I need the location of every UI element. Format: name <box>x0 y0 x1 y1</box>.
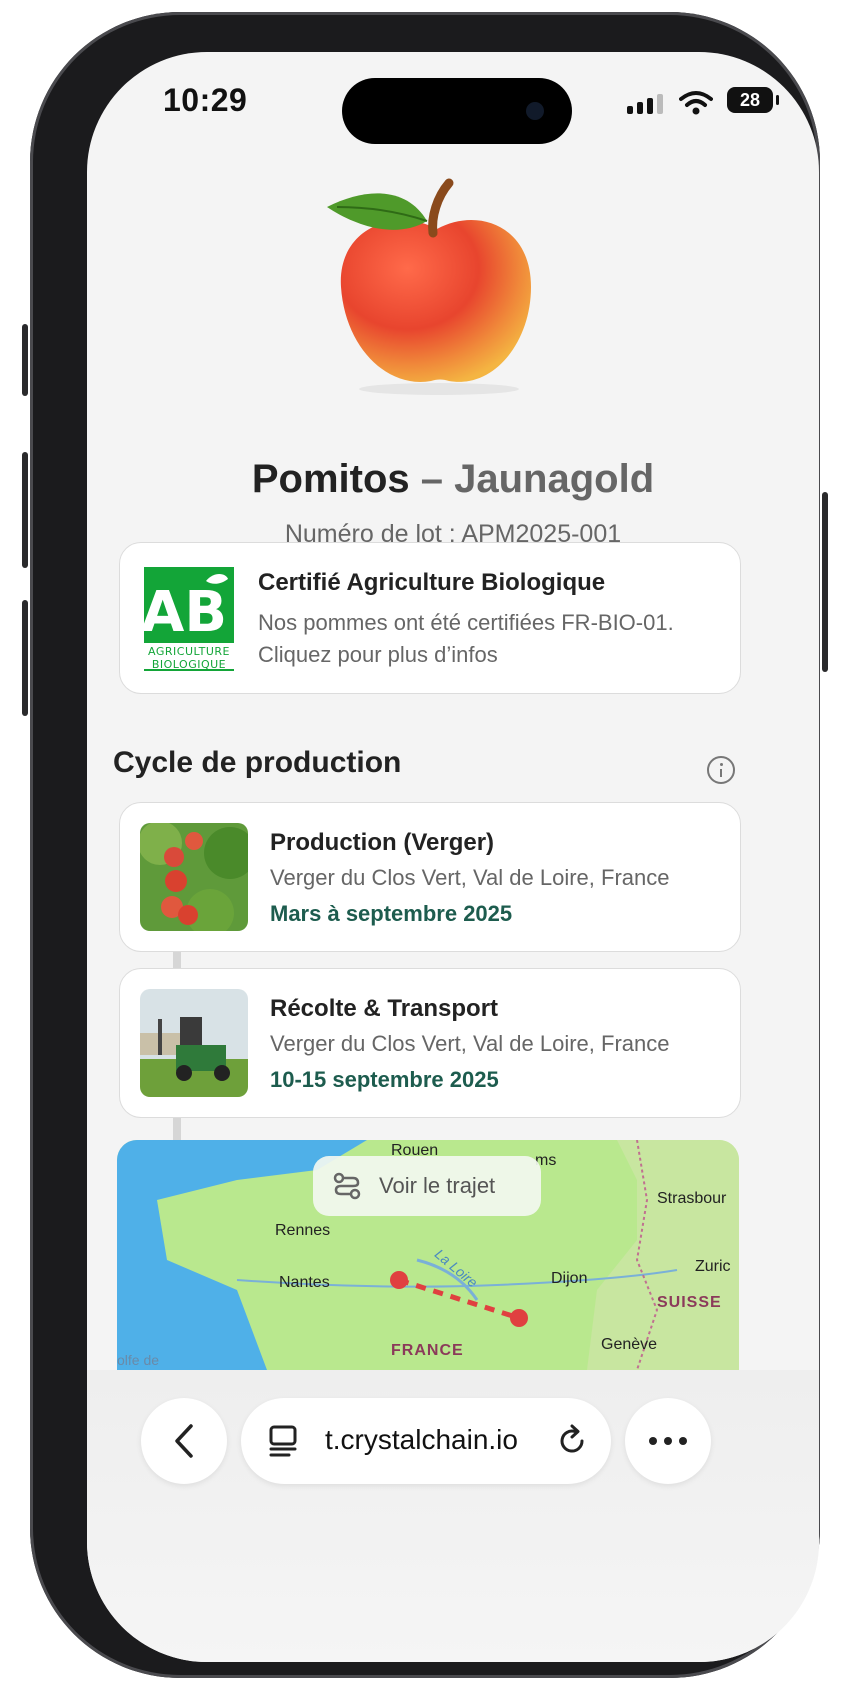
orchard-thumbnail <box>140 823 248 931</box>
map-city: Genève <box>601 1336 658 1353</box>
ab-logo-sub1: AGRICULTURE <box>148 645 230 658</box>
map-city: Rennes <box>275 1222 331 1239</box>
product-variety: Jaunagold <box>454 457 655 501</box>
url-bar[interactable]: t.crystalchain.io <box>241 1398 611 1484</box>
view-route-label: Voir le trajet <box>379 1173 496 1198</box>
status-bar: 10:29 28 <box>87 52 819 162</box>
step-date: 10-15 septembre 2025 <box>270 1067 499 1092</box>
reload-icon[interactable] <box>555 1424 589 1458</box>
phone-frame: 10:29 28 Pomitos – Jaunagold Numéro de l… <box>22 12 828 1678</box>
map-country-label: FRANCE <box>391 1342 464 1359</box>
step-place: Verger du Clos Vert, Val de Loire, Franc… <box>270 1031 670 1056</box>
timeline-connector <box>173 1116 181 1142</box>
map-city: Strasbour <box>657 1190 727 1207</box>
dynamic-island <box>342 78 572 144</box>
volume-up-button <box>22 452 28 568</box>
more-button[interactable] <box>625 1398 711 1484</box>
product-title: Pomitos – Jaunagold <box>87 457 819 502</box>
view-route-button[interactable]: Voir le trajet <box>313 1156 541 1216</box>
power-button <box>822 492 828 672</box>
map-city: Dijon <box>551 1270 588 1287</box>
ab-logo: AB AGRICULTURE BIOLOGIQUE <box>144 567 234 671</box>
apple-image <box>327 178 531 395</box>
info-icon[interactable] <box>707 756 735 784</box>
action-button <box>22 324 28 396</box>
route-map[interactable]: Rouen Rennes Nantes Dijon Strasbour Zuri… <box>117 1140 739 1370</box>
step-place: Verger du Clos Vert, Val de Loire, Franc… <box>270 865 670 890</box>
harvester-thumbnail <box>140 989 248 1097</box>
ab-logo-letters: AB <box>144 580 227 645</box>
step-date: Mars à septembre 2025 <box>270 901 513 926</box>
step-title: Production (Verger) <box>270 829 495 856</box>
title-separator: – <box>409 457 455 501</box>
more-dots-icon <box>649 1437 687 1445</box>
map-city: Zuric <box>695 1258 731 1275</box>
volume-down-button <box>22 600 28 716</box>
certification-description: Nos pommes ont été certifiées FR-BIO-01.… <box>258 610 674 667</box>
signal-icon <box>627 94 663 114</box>
timeline-connector <box>173 950 181 970</box>
wifi-icon <box>679 91 713 115</box>
certification-card[interactable]: AB AGRICULTURE BIOLOGIQUE Certifié Agric… <box>119 542 741 694</box>
section-title: Cycle de production <box>113 746 402 779</box>
product-brand: Pomitos <box>251 457 410 501</box>
map-country-label: SUISSE <box>657 1294 722 1311</box>
certification-title: Certifié Agriculture Biologique <box>258 569 606 596</box>
back-button[interactable] <box>141 1398 227 1484</box>
step-title: Récolte & Transport <box>270 995 499 1022</box>
battery-indicator: 28 <box>727 87 779 113</box>
url-text: t.crystalchain.io <box>325 1424 518 1455</box>
step-card-production[interactable]: Production (Verger) Verger du Clos Vert,… <box>119 802 741 952</box>
step-card-harvest[interactable]: Récolte & Transport Verger du Clos Vert,… <box>119 968 741 1118</box>
map-sea-label: olfe de <box>117 1352 160 1368</box>
camera-icon <box>526 102 544 120</box>
route-icon <box>333 1172 361 1200</box>
status-time: 10:29 <box>163 82 248 118</box>
screen: 10:29 28 Pomitos – Jaunagold Numéro de l… <box>87 52 819 1662</box>
page-menu-icon[interactable] <box>267 1424 301 1458</box>
map-city: Nantes <box>279 1274 330 1291</box>
chevron-left-icon <box>175 1424 193 1458</box>
